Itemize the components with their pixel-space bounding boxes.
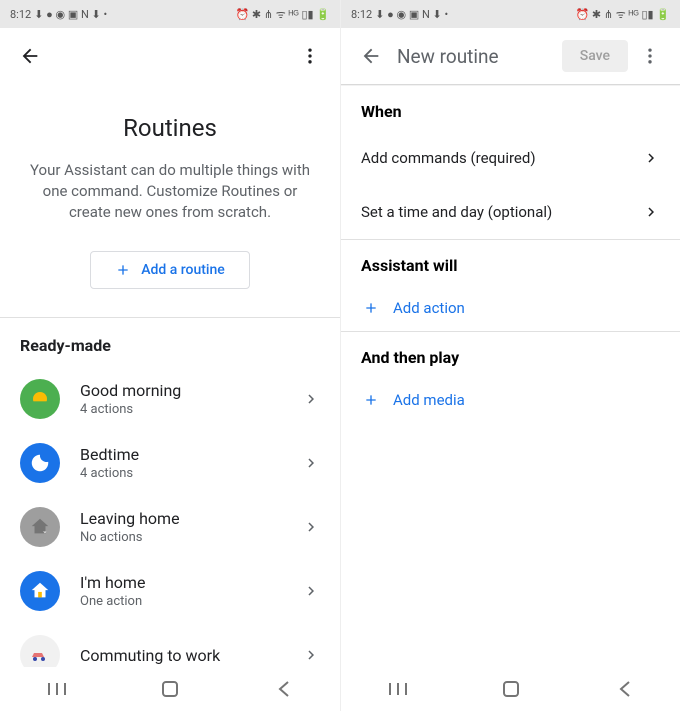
chevron-right-icon <box>642 149 660 167</box>
add-media-label: Add media <box>393 391 465 409</box>
add-commands-label: Add commands (required) <box>361 149 536 167</box>
app-bar: New routine Save <box>341 28 680 84</box>
set-time-label: Set a time and day (optional) <box>361 203 552 221</box>
nav-bar <box>0 667 340 711</box>
routine-item-good-morning[interactable]: Good morning 4 actions <box>0 367 340 431</box>
routine-name: Commuting to work <box>80 646 302 665</box>
arrow-back-icon <box>19 45 41 67</box>
status-icons-left: ⬇ ● ◉ ▣ N ⬇ • <box>34 8 107 21</box>
leaving-home-icon <box>20 507 60 547</box>
routine-sub: No actions <box>80 530 302 545</box>
back-button[interactable] <box>353 38 389 74</box>
back-button[interactable] <box>12 38 48 74</box>
routine-name: Bedtime <box>80 445 302 464</box>
routine-name: Good morning <box>80 381 302 400</box>
status-time: 8:12 <box>351 8 372 21</box>
status-bar: 8:12 ⬇ ● ◉ ▣ N ⬇ • ⏰ ✱ ⋔ ᯤ ᴴᴳ ▯▮ 🔋 <box>341 0 680 28</box>
content: When Add commands (required) Set a time … <box>341 86 680 667</box>
routine-item-bedtime[interactable]: Bedtime 4 actions <box>0 431 340 495</box>
app-bar <box>0 28 340 84</box>
chevron-right-icon <box>642 203 660 221</box>
status-time: 8:12 <box>10 8 31 21</box>
status-icons-left: ⬇ ● ◉ ▣ N ⬇ • <box>375 8 448 21</box>
app-bar-title: New routine <box>397 45 562 68</box>
screen-new-routine: 8:12 ⬇ ● ◉ ▣ N ⬇ • ⏰ ✱ ⋔ ᯤ ᴴᴳ ▯▮ 🔋 New r… <box>340 0 680 711</box>
nav-recents[interactable] <box>368 681 428 697</box>
chevron-right-icon <box>302 518 320 536</box>
heading-when: When <box>361 102 660 121</box>
commuting-icon <box>20 635 60 667</box>
add-commands-row[interactable]: Add commands (required) <box>341 131 680 185</box>
status-icons-right: ⏰ ✱ ⋔ ᯤ ᴴᴳ ▯▮ 🔋 <box>575 7 670 22</box>
routine-name: Leaving home <box>80 509 302 528</box>
plus-icon <box>363 392 379 408</box>
chevron-right-icon <box>302 454 320 472</box>
content: Routines Your Assistant can do multiple … <box>0 84 340 667</box>
status-bar: 8:12 ⬇ ● ◉ ▣ N ⬇ • ⏰ ✱ ⋔ ᯤ ᴴᴳ ▯▮ 🔋 <box>0 0 340 28</box>
page-title: Routines <box>0 114 340 142</box>
overflow-menu[interactable] <box>292 38 328 74</box>
routine-sub: One action <box>80 594 302 609</box>
page-subtitle: Your Assistant can do multiple things wi… <box>0 160 340 223</box>
im-home-icon <box>20 571 60 611</box>
arrow-back-icon <box>360 45 382 67</box>
more-vert-icon <box>300 46 320 66</box>
screen-routines: 8:12 ⬇ ● ◉ ▣ N ⬇ • ⏰ ✱ ⋔ ᯤ ᴴᴳ ▯▮ 🔋 Routi… <box>0 0 340 711</box>
nav-back[interactable] <box>253 680 313 698</box>
routine-name: I'm home <box>80 573 302 592</box>
status-icons-right: ⏰ ✱ ⋔ ᯤ ᴴᴳ ▯▮ 🔋 <box>235 7 330 22</box>
nav-home[interactable] <box>481 680 541 698</box>
routine-item-commuting[interactable]: Commuting to work <box>0 623 340 667</box>
nav-recents[interactable] <box>27 681 87 697</box>
good-morning-icon <box>20 379 60 419</box>
heading-and-then-play: And then play <box>361 348 660 367</box>
section-assistant-will: Assistant will <box>341 240 680 285</box>
more-vert-icon <box>640 46 660 66</box>
add-routine-button[interactable]: Add a routine <box>90 251 250 289</box>
routine-sub: 4 actions <box>80 466 302 481</box>
bedtime-icon <box>20 443 60 483</box>
save-button[interactable]: Save <box>562 40 628 72</box>
section-when: When <box>341 86 680 131</box>
plus-icon <box>363 300 379 316</box>
chevron-right-icon <box>302 582 320 600</box>
add-action-button[interactable]: Add action <box>341 285 680 331</box>
add-media-button[interactable]: Add media <box>341 377 680 423</box>
chevron-right-icon <box>302 646 320 664</box>
routine-item-im-home[interactable]: I'm home One action <box>0 559 340 623</box>
routine-sub: 4 actions <box>80 402 302 417</box>
add-routine-label: Add a routine <box>141 262 225 278</box>
chevron-right-icon <box>302 390 320 408</box>
nav-back[interactable] <box>594 680 654 698</box>
section-ready-made: Ready-made <box>0 318 340 367</box>
nav-bar <box>341 667 680 711</box>
add-action-label: Add action <box>393 299 465 317</box>
overflow-menu[interactable] <box>632 38 668 74</box>
heading-assistant-will: Assistant will <box>361 256 660 275</box>
routine-item-leaving-home[interactable]: Leaving home No actions <box>0 495 340 559</box>
plus-icon <box>115 262 131 278</box>
set-time-row[interactable]: Set a time and day (optional) <box>341 185 680 239</box>
nav-home[interactable] <box>140 680 200 698</box>
section-and-then-play: And then play <box>341 332 680 377</box>
